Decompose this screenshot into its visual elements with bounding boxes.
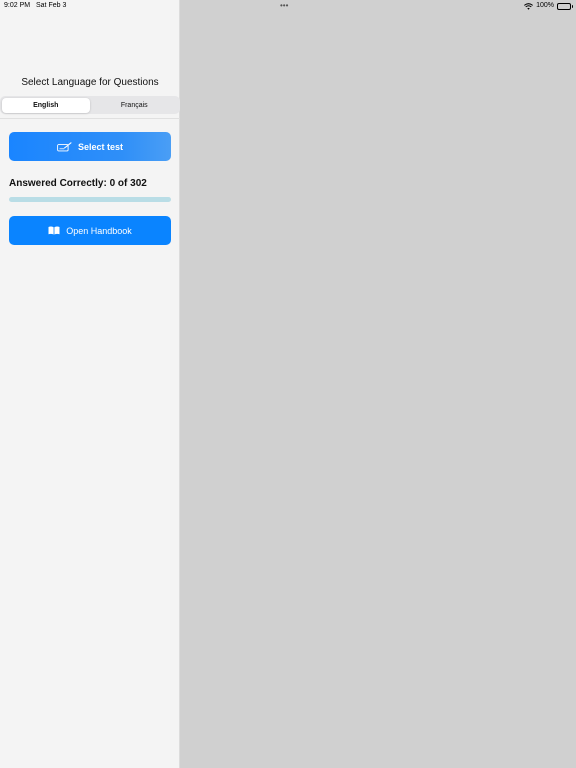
segment-english[interactable]: English [1, 97, 90, 113]
sidebar: Select Language for Questions English Fr… [0, 0, 180, 768]
divider [0, 118, 180, 119]
multitasking-dots[interactable]: ••• [280, 0, 288, 12]
open-handbook-button[interactable]: Open Handbook [9, 216, 171, 245]
open-handbook-label: Open Handbook [66, 225, 132, 236]
status-right: 100% [524, 0, 573, 12]
select-test-button[interactable]: Select test [9, 132, 171, 161]
battery-percent: 100% [536, 2, 554, 9]
answered-progress-bar [9, 197, 171, 202]
segment-francais[interactable]: Français [90, 98, 179, 113]
status-time: 9:02 PM [4, 2, 31, 9]
language-segmented-control[interactable]: English Français [0, 96, 180, 114]
detail-pane [181, 0, 576, 768]
battery-icon [557, 2, 573, 10]
wifi-icon [524, 2, 534, 10]
language-heading: Select Language for Questions [21, 77, 159, 88]
select-test-label: Select test [77, 141, 124, 152]
status-bar: 9:02 PM Sat Feb 3 ••• 100% [0, 0, 576, 12]
answered-correctly-text: Answered Correctly: 0 of 302 [9, 178, 147, 189]
status-date: Sat Feb 3 [36, 2, 67, 9]
book-icon [48, 226, 60, 235]
ticket-pencil-icon [57, 141, 72, 152]
